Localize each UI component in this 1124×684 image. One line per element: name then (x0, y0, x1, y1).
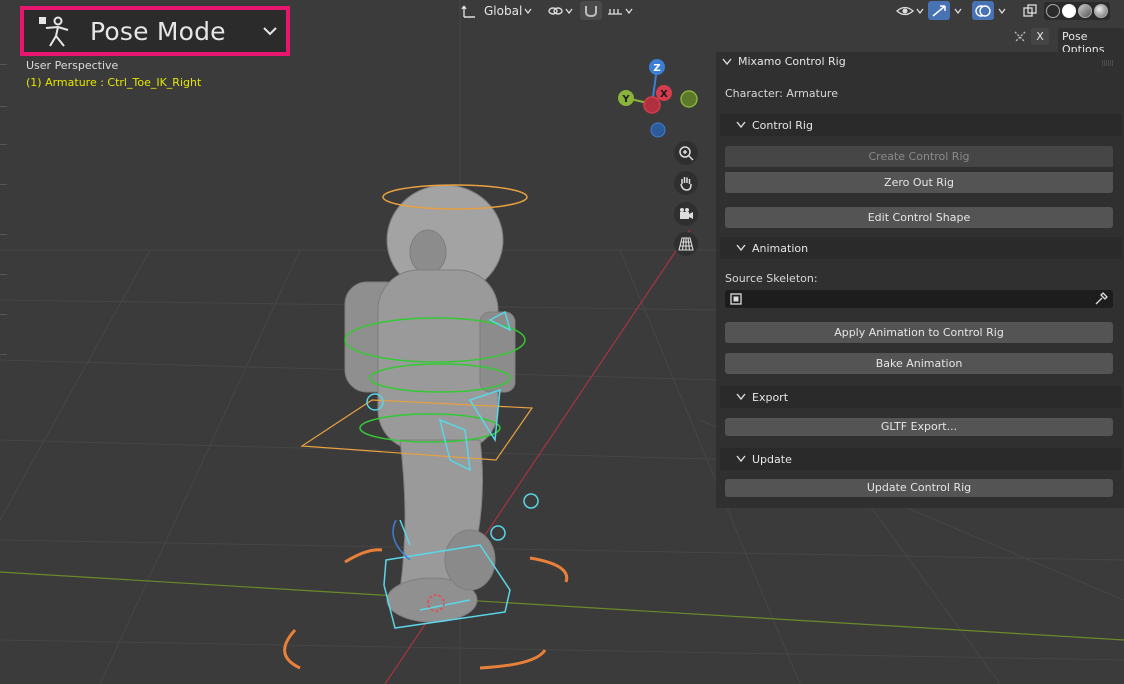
update-control-rig-button[interactable]: Update Control Rig (725, 479, 1113, 497)
chevron-down-icon (524, 8, 532, 14)
chevron-down-icon (736, 393, 746, 401)
link-icon (548, 6, 563, 15)
chevron-down-icon (736, 455, 746, 463)
material-shading-icon[interactable] (1078, 3, 1092, 18)
gizmo-icon (932, 4, 946, 17)
wireframe-shading-icon[interactable] (1046, 3, 1060, 18)
view-name: User Perspective (26, 59, 119, 72)
gizmo-z-label: Z (653, 63, 660, 74)
eye-icon (896, 6, 914, 15)
gizmo-dropdown[interactable] (928, 1, 962, 20)
eyedropper-icon[interactable] (1094, 292, 1108, 306)
section-label: Export (752, 390, 789, 404)
chevron-down-icon (263, 27, 277, 36)
zero-out-rig-button[interactable]: Zero Out Rig (725, 172, 1113, 193)
pose-mode-icon (39, 16, 69, 47)
zoom-icon (679, 146, 694, 161)
xray-toggle[interactable] (1020, 1, 1040, 20)
shading-modes[interactable] (1044, 1, 1110, 20)
rendered-shading-icon[interactable] (1094, 3, 1108, 18)
pivot-dropdown[interactable] (544, 1, 576, 20)
gizmo-x-label: X (660, 89, 668, 100)
snap-toggle[interactable] (580, 1, 636, 20)
mirror-icon[interactable] (1012, 29, 1028, 45)
sidebar-panel: Mixamo Control Rig Character: Armature C… (716, 52, 1124, 508)
magnet-icon (585, 5, 597, 17)
3d-viewport[interactable]: User Perspective (1) Armature : Ctrl_Toe… (0, 0, 1124, 684)
section-label: Update (752, 452, 792, 466)
orientation-icon (461, 5, 475, 18)
section-label: Control Rig (752, 118, 813, 132)
source-skeleton-label: Source Skeleton: (725, 272, 818, 285)
transform-orientation-dropdown[interactable]: Global (458, 1, 535, 20)
section-control-rig[interactable]: Control Rig (720, 114, 1122, 136)
section-export[interactable]: Export (720, 386, 1122, 408)
zoom-button[interactable] (674, 141, 698, 165)
overlays-dropdown[interactable] (972, 1, 1006, 20)
mirror-x-toggle[interactable]: X (1031, 28, 1049, 45)
chevron-down-icon (565, 8, 573, 14)
drag-grip-icon[interactable] (1102, 60, 1114, 66)
camera-icon (680, 208, 693, 219)
edit-control-shape-button[interactable]: Edit Control Shape (725, 207, 1113, 228)
apply-animation-button[interactable]: Apply Animation to Control Rig (725, 322, 1113, 343)
chevron-down-icon (916, 8, 924, 14)
solid-shading-icon[interactable] (1062, 3, 1076, 18)
overlays-icon (975, 4, 991, 17)
pan-button[interactable] (674, 171, 698, 195)
navigation-gizmo[interactable]: Z Y X (614, 56, 704, 141)
toolbar-strip[interactable] (0, 24, 8, 384)
chevron-down-icon (736, 244, 746, 252)
transform-orientation-label: Global (484, 3, 523, 18)
visibility-dropdown[interactable] (893, 1, 927, 20)
chevron-down-icon (625, 8, 633, 14)
chevron-down-icon (736, 121, 746, 129)
chevron-down-icon (954, 8, 962, 14)
xray-icon (1023, 3, 1037, 17)
snap-options-dropdown[interactable] (604, 1, 636, 20)
gizmo-y-label: Y (621, 94, 630, 105)
chevron-down-icon (998, 8, 1006, 14)
perspective-toggle-button[interactable] (674, 232, 698, 256)
section-update[interactable]: Update (720, 448, 1122, 470)
section-animation[interactable]: Animation (720, 237, 1122, 259)
panel-header[interactable]: Mixamo Control Rig (722, 55, 846, 68)
active-object-label: (1) Armature : Ctrl_Toe_IK_Right (26, 76, 202, 89)
section-label: Animation (752, 241, 809, 255)
mode-label: Pose Mode (90, 17, 226, 46)
grid-icon (678, 237, 694, 251)
source-skeleton-field[interactable] (725, 290, 1113, 308)
snap-increment-icon (608, 8, 622, 15)
hand-icon (680, 177, 692, 191)
gltf-export-button[interactable]: GLTF Export... (725, 418, 1113, 436)
chevron-down-icon (722, 58, 732, 65)
bake-animation-button[interactable]: Bake Animation (725, 353, 1113, 374)
mode-selector[interactable]: Pose Mode (20, 6, 290, 56)
camera-view-button[interactable] (674, 202, 698, 226)
armature-object-icon (730, 293, 742, 305)
panel-title: Mixamo Control Rig (738, 55, 846, 68)
create-control-rig-button[interactable]: Create Control Rig (725, 146, 1113, 167)
character-label: Character: Armature (725, 87, 838, 100)
